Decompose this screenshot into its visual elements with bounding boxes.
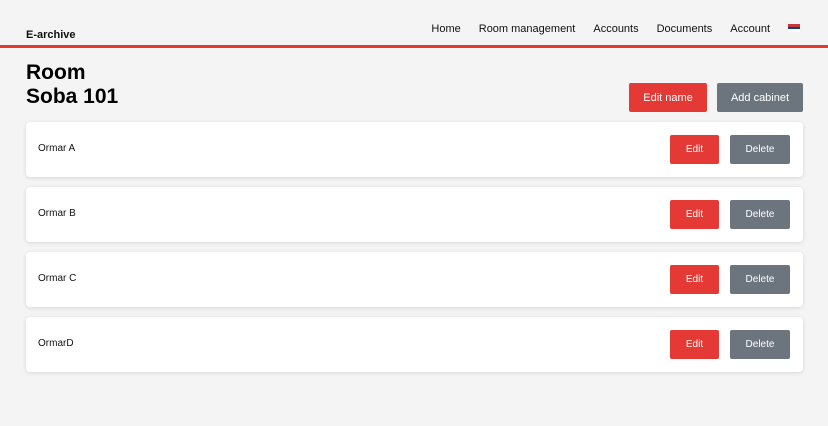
cabinet-name: Ormar B <box>38 208 76 219</box>
delete-cabinet-button[interactable]: Delete <box>730 330 790 359</box>
brand-logo[interactable]: E-archive <box>26 29 76 41</box>
add-cabinet-button[interactable]: Add cabinet <box>717 83 803 112</box>
edit-cabinet-button[interactable]: Edit <box>670 265 719 294</box>
nav-account[interactable]: Account <box>730 23 770 35</box>
nav-home[interactable]: Home <box>431 23 460 35</box>
page-title: Room Soba 101 <box>26 61 118 109</box>
nav-links: Home Room management Accounts Documents … <box>413 23 800 35</box>
nav-documents[interactable]: Documents <box>657 23 713 35</box>
cabinet-card: OrmarD Edit Delete <box>26 317 803 372</box>
page-title-line2: Soba 101 <box>26 85 119 108</box>
cabinet-name: Ormar A <box>38 143 76 154</box>
cabinet-card: Ormar B Edit Delete <box>26 187 803 242</box>
edit-cabinet-button[interactable]: Edit <box>670 200 719 229</box>
cabinet-name: OrmarD <box>38 338 74 349</box>
edit-cabinet-button[interactable]: Edit <box>670 135 719 164</box>
nav-room-management[interactable]: Room management <box>479 23 576 35</box>
page-title-line1: Room <box>26 61 86 84</box>
flag-stripe-white <box>788 29 800 33</box>
edit-name-button[interactable]: Edit name <box>629 83 707 112</box>
serbia-flag-icon[interactable] <box>788 24 800 33</box>
cabinet-card: Ormar A Edit Delete <box>26 122 803 177</box>
delete-cabinet-button[interactable]: Delete <box>730 265 790 294</box>
cabinet-name: Ormar C <box>38 273 77 284</box>
delete-cabinet-button[interactable]: Delete <box>730 200 790 229</box>
cabinet-card: Ormar C Edit Delete <box>26 252 803 307</box>
delete-cabinet-button[interactable]: Delete <box>730 135 790 164</box>
navbar: E-archive Home Room management Accounts … <box>0 0 828 48</box>
edit-cabinet-button[interactable]: Edit <box>670 330 719 359</box>
nav-accounts[interactable]: Accounts <box>593 23 638 35</box>
